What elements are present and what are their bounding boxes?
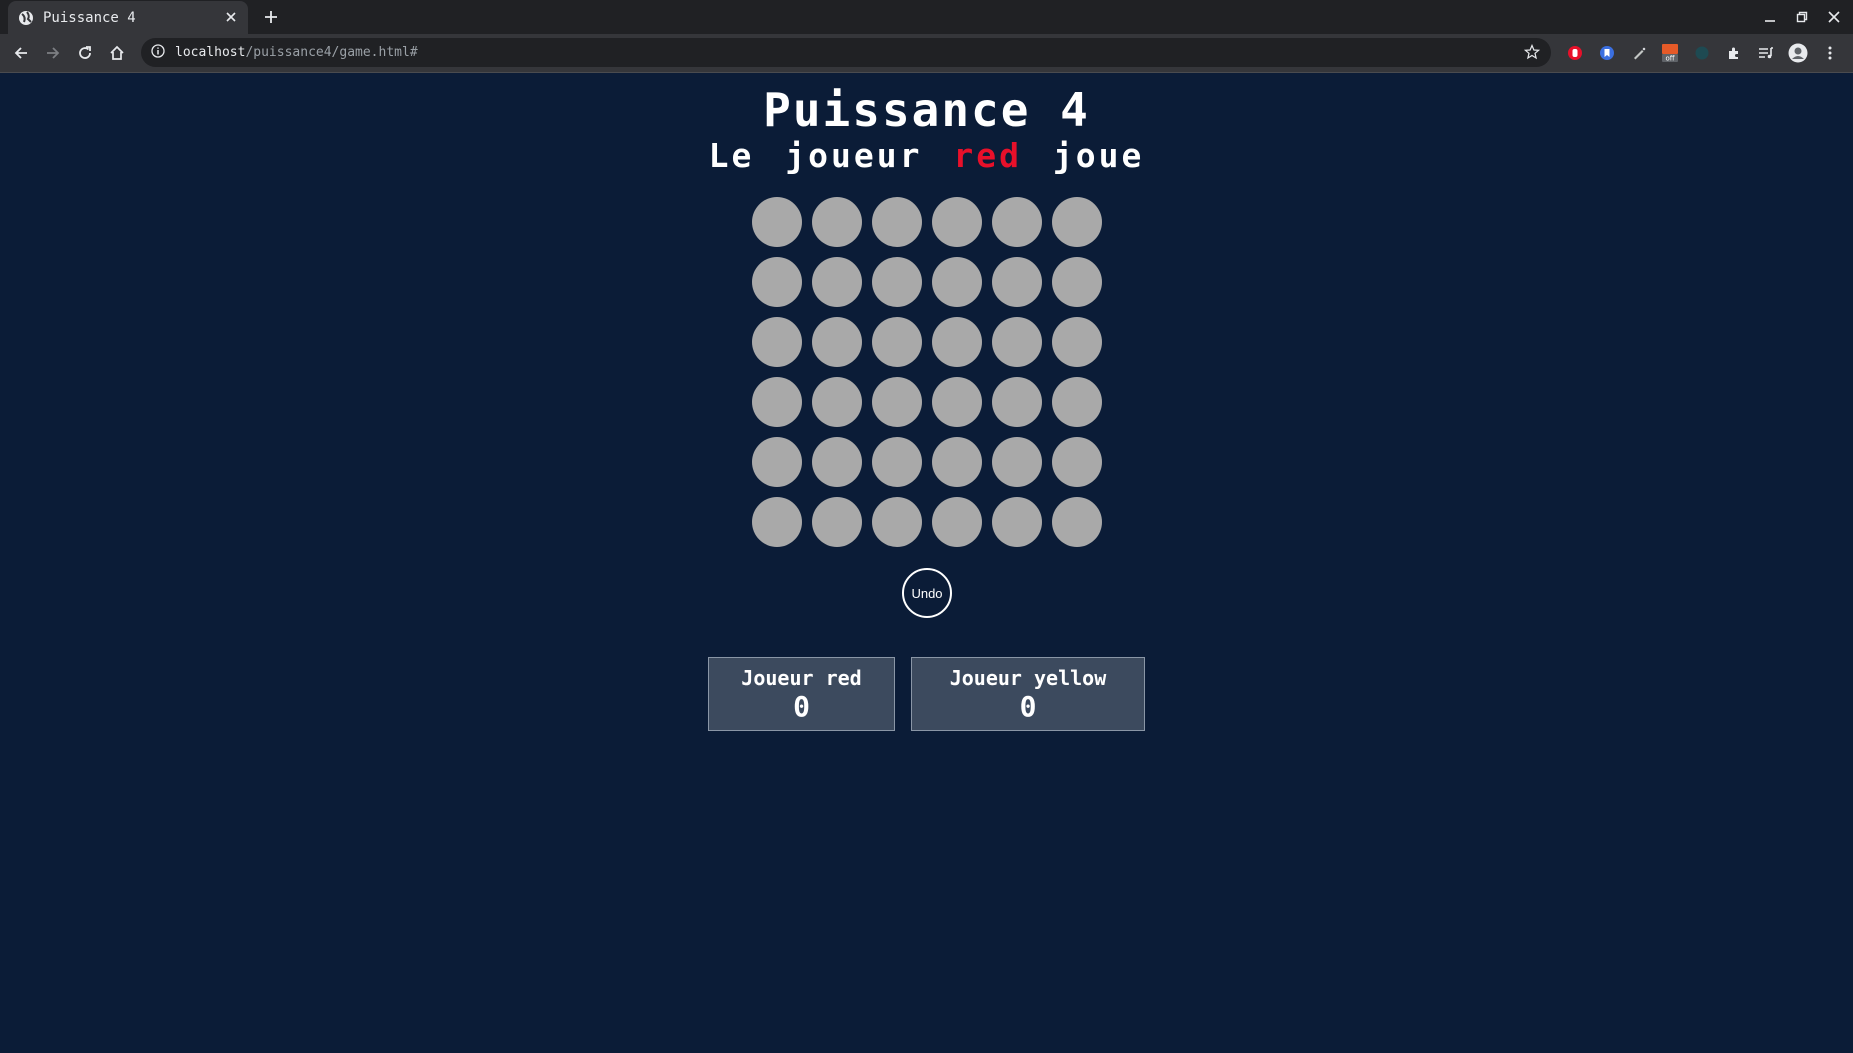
board-cell[interactable]: [812, 197, 862, 247]
board-cell[interactable]: [812, 437, 862, 487]
board-cell[interactable]: [752, 317, 802, 367]
undo-button[interactable]: Undo: [902, 568, 952, 618]
board-cell[interactable]: [992, 377, 1042, 427]
board-cell[interactable]: [872, 257, 922, 307]
board-cell[interactable]: [812, 257, 862, 307]
board-cell[interactable]: [932, 437, 982, 487]
menu-icon[interactable]: [1820, 43, 1840, 63]
teal-extension-icon[interactable]: [1692, 43, 1712, 63]
board-cell[interactable]: [872, 497, 922, 547]
board-cell[interactable]: [872, 317, 922, 367]
board-cell[interactable]: [992, 257, 1042, 307]
board-cell[interactable]: [1052, 497, 1102, 547]
board-cell[interactable]: [752, 257, 802, 307]
current-player: red: [953, 136, 1022, 175]
avatar[interactable]: [1788, 43, 1808, 63]
tab-title: Puissance 4: [43, 9, 136, 26]
extensions-icon[interactable]: [1724, 43, 1744, 63]
board-cell[interactable]: [932, 497, 982, 547]
board-cell[interactable]: [992, 437, 1042, 487]
board-cell[interactable]: [872, 377, 922, 427]
globe-icon: [18, 10, 34, 26]
board-cell[interactable]: [1052, 197, 1102, 247]
status-suffix: joue: [1052, 136, 1145, 175]
board-cell[interactable]: [812, 497, 862, 547]
score-value: 0: [1019, 690, 1037, 723]
game-page: Puissance 4 Le joueur red joue Undo Joue…: [0, 73, 1853, 1053]
url-text: localhost/puissance4/game.html#: [175, 45, 418, 60]
board-cell[interactable]: [752, 377, 802, 427]
bookmark-extension-icon[interactable]: [1597, 43, 1617, 63]
home-icon[interactable]: [105, 41, 129, 65]
media-queue-icon[interactable]: [1756, 43, 1776, 63]
back-icon[interactable]: [9, 41, 33, 65]
off-badge-extension-icon[interactable]: off: [1660, 43, 1680, 63]
board-cell[interactable]: [932, 317, 982, 367]
close-tab-icon[interactable]: [222, 8, 240, 26]
browser-tab-strip: Puissance 4: [0, 0, 1853, 34]
board-cell[interactable]: [752, 437, 802, 487]
board-cell[interactable]: [1052, 377, 1102, 427]
score-panel-yellow: Joueur yellow 0: [911, 657, 1145, 731]
board-cell[interactable]: [992, 317, 1042, 367]
board-cell[interactable]: [872, 197, 922, 247]
score-label: Joueur red: [741, 666, 862, 690]
close-window-icon[interactable]: [1822, 5, 1846, 29]
reload-icon[interactable]: [73, 41, 97, 65]
star-icon[interactable]: [1521, 41, 1543, 63]
board-cell[interactable]: [872, 437, 922, 487]
board-cell[interactable]: [932, 197, 982, 247]
board-cell[interactable]: [932, 257, 982, 307]
browser-tab[interactable]: Puissance 4: [8, 1, 248, 34]
score-value: 0: [793, 690, 810, 723]
game-board: [752, 197, 1102, 557]
browser-toolbar: localhost/puissance4/game.html# off: [0, 34, 1853, 72]
pen-extension-icon[interactable]: [1629, 43, 1649, 63]
board-cell[interactable]: [1052, 317, 1102, 367]
forward-icon[interactable]: [41, 41, 65, 65]
new-tab-icon[interactable]: [259, 5, 283, 29]
restore-icon[interactable]: [1790, 5, 1814, 29]
info-icon[interactable]: [151, 43, 165, 62]
score-label: Joueur yellow: [949, 666, 1107, 690]
board-cell[interactable]: [932, 377, 982, 427]
board-cell[interactable]: [812, 377, 862, 427]
board-cell[interactable]: [752, 497, 802, 547]
board-cell[interactable]: [992, 497, 1042, 547]
board-cell[interactable]: [752, 197, 802, 247]
turn-status: Le joueur red joue: [0, 136, 1853, 175]
adblock-extension-icon[interactable]: [1565, 43, 1585, 63]
board-cell[interactable]: [992, 197, 1042, 247]
board-cell[interactable]: [812, 317, 862, 367]
score-panel-red: Joueur red 0: [708, 657, 895, 731]
address-bar[interactable]: localhost/puissance4/game.html#: [141, 38, 1551, 67]
status-prefix: Le joueur: [708, 136, 923, 175]
page-title: Puissance 4: [763, 83, 1090, 137]
svg-text:off: off: [1665, 55, 1674, 63]
board-cell[interactable]: [1052, 257, 1102, 307]
minimize-icon[interactable]: [1758, 5, 1782, 29]
board-cell[interactable]: [1052, 437, 1102, 487]
